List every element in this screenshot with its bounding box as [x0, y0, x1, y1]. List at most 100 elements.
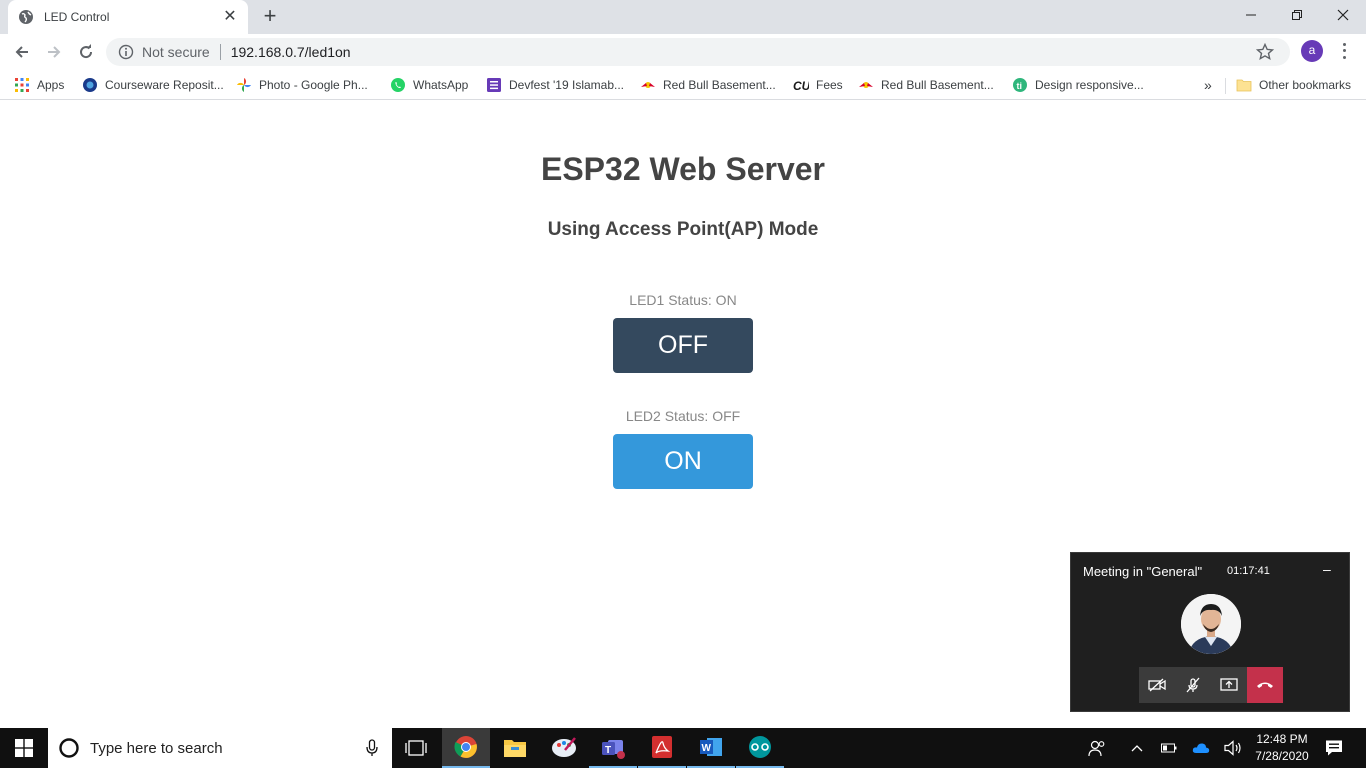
- bookmark-label: Devfest '19 Islamab...: [509, 78, 625, 92]
- participant-avatar: [1181, 594, 1241, 654]
- bookmark-redbull-1[interactable]: Red Bull Basement...: [640, 75, 776, 95]
- led1-status-text: LED1 Status: ON: [629, 292, 737, 308]
- camera-toggle-button[interactable]: [1139, 667, 1175, 703]
- bookmark-star-icon[interactable]: [1256, 43, 1274, 61]
- battery-indicator[interactable]: [1158, 728, 1180, 768]
- share-screen-button[interactable]: [1211, 667, 1247, 703]
- mic-toggle-button[interactable]: [1175, 667, 1211, 703]
- url-text[interactable]: 192.168.0.7/led1on: [231, 44, 351, 60]
- video-off-icon: [1148, 678, 1166, 692]
- svg-text:CU: CU: [793, 79, 809, 93]
- cortana-icon: [59, 738, 79, 758]
- show-hidden-icons-button[interactable]: [1126, 728, 1148, 768]
- address-bar[interactable]: Not secure 192.168.0.7/led1on: [106, 38, 1290, 66]
- tab-strip: LED Control ✕ +: [0, 0, 1366, 34]
- clock-date: 7/28/2020: [1255, 749, 1309, 763]
- info-icon[interactable]: [118, 44, 134, 60]
- onedrive-button[interactable]: [1189, 728, 1213, 768]
- taskbar-acrobat[interactable]: [638, 728, 686, 768]
- cu-icon: CU: [793, 79, 809, 93]
- meeting-minimize-button[interactable]: –: [1323, 561, 1331, 577]
- taskbar-file-explorer[interactable]: [491, 728, 539, 768]
- microphone-icon[interactable]: [366, 739, 378, 757]
- bookmark-fees[interactable]: CU Fees: [793, 75, 843, 95]
- bookmarks-divider: [1225, 78, 1226, 94]
- bookmark-apps[interactable]: Apps: [14, 75, 64, 95]
- bookmark-devfest[interactable]: Devfest '19 Islamab...: [486, 75, 624, 95]
- back-button[interactable]: [10, 40, 34, 64]
- taskbar-search-box[interactable]: Type here to search: [48, 728, 392, 768]
- taskbar-word[interactable]: W: [687, 728, 735, 768]
- bookmark-label: Red Bull Basement...: [881, 78, 994, 92]
- bookmark-label: Red Bull Basement...: [663, 78, 776, 92]
- bookmark-google-photos[interactable]: Photo - Google Ph...: [236, 75, 368, 95]
- folder-icon: [1236, 79, 1252, 92]
- bookmark-redbull-2[interactable]: Red Bull Basement...: [858, 75, 994, 95]
- restore-window-button[interactable]: [1274, 0, 1320, 30]
- page-title: ESP32 Web Server: [540, 151, 825, 187]
- whatsapp-icon: [391, 78, 405, 92]
- taskbar-paint-app[interactable]: [540, 728, 588, 768]
- profile-avatar[interactable]: a: [1301, 40, 1323, 62]
- svg-text:W: W: [702, 743, 712, 754]
- person-avatar-icon: [1181, 594, 1241, 654]
- bookmarks-bar: Apps Courseware Reposit... Photo - Googl…: [0, 70, 1366, 100]
- taskbar-teams[interactable]: T: [589, 728, 637, 768]
- teams-meeting-window[interactable]: Meeting in "General" 01:17:41 –: [1070, 552, 1350, 712]
- led1-off-button[interactable]: OFF: [613, 318, 753, 373]
- bookmark-label: Courseware Reposit...: [105, 78, 224, 92]
- redbull-icon: [641, 82, 655, 88]
- bookmark-whatsapp[interactable]: WhatsApp: [390, 75, 468, 95]
- taskbar-arduino[interactable]: [736, 728, 784, 768]
- bookmarks-overflow-button[interactable]: »: [1204, 75, 1212, 95]
- security-label[interactable]: Not secure: [142, 44, 210, 60]
- people-button[interactable]: [1085, 728, 1109, 768]
- browser-toolbar: Not secure 192.168.0.7/led1on a: [0, 34, 1366, 70]
- other-bookmarks-folder[interactable]: Other bookmarks: [1236, 75, 1351, 95]
- taskbar-chrome[interactable]: [442, 728, 490, 768]
- paint-palette-icon: [552, 737, 576, 757]
- task-view-button[interactable]: [392, 728, 440, 768]
- google-photos-icon: [237, 78, 251, 92]
- close-tab-icon[interactable]: ✕: [222, 9, 238, 25]
- reload-icon: [80, 44, 93, 59]
- bookmark-label: Design responsive...: [1035, 78, 1144, 92]
- minimize-window-button[interactable]: [1228, 0, 1274, 30]
- mic-off-icon: [1186, 677, 1200, 693]
- new-tab-button[interactable]: +: [259, 5, 281, 28]
- browser-tab[interactable]: LED Control ✕: [8, 0, 248, 34]
- chrome-icon: [454, 736, 477, 758]
- bookmark-label: Fees: [816, 78, 843, 92]
- close-window-button[interactable]: [1320, 0, 1366, 30]
- hang-up-button[interactable]: [1247, 667, 1283, 703]
- globe-icon: [19, 10, 33, 24]
- volume-button[interactable]: [1221, 728, 1245, 768]
- apps-grid-icon: [15, 78, 29, 92]
- start-button[interactable]: [0, 728, 48, 768]
- taskbar-clock[interactable]: 12:48 PM 7/28/2020: [1246, 731, 1318, 765]
- bookmark-label: Apps: [37, 78, 65, 92]
- reload-button[interactable]: [74, 40, 98, 64]
- notification-icon: [1326, 740, 1342, 756]
- arrow-right-icon: [48, 46, 61, 58]
- led2-on-button[interactable]: ON: [613, 434, 753, 489]
- design-icon: ti: [1013, 78, 1027, 92]
- task-view-icon: [405, 740, 427, 756]
- action-center-button[interactable]: [1320, 728, 1348, 768]
- led2-status-text: LED2 Status: OFF: [625, 408, 741, 424]
- bookmark-courseware[interactable]: Courseware Reposit...: [82, 75, 224, 95]
- omnibox-divider: [219, 44, 221, 60]
- bookmark-design-responsive[interactable]: ti Design responsive...: [1012, 75, 1144, 95]
- chrome-menu-button[interactable]: [1338, 41, 1350, 61]
- clock-time: 12:48 PM: [1256, 732, 1308, 746]
- restore-icon: [1292, 10, 1302, 20]
- people-icon: [1088, 740, 1105, 757]
- windows-logo-icon: [15, 739, 33, 757]
- teams-icon: T: [602, 740, 625, 759]
- forward-button[interactable]: [42, 40, 66, 64]
- chevron-up-icon: [1131, 745, 1143, 752]
- minimize-icon: [1246, 14, 1256, 16]
- search-placeholder: Type here to search: [90, 739, 223, 757]
- svg-text:ti: ti: [1017, 81, 1023, 91]
- close-icon: [1337, 9, 1349, 21]
